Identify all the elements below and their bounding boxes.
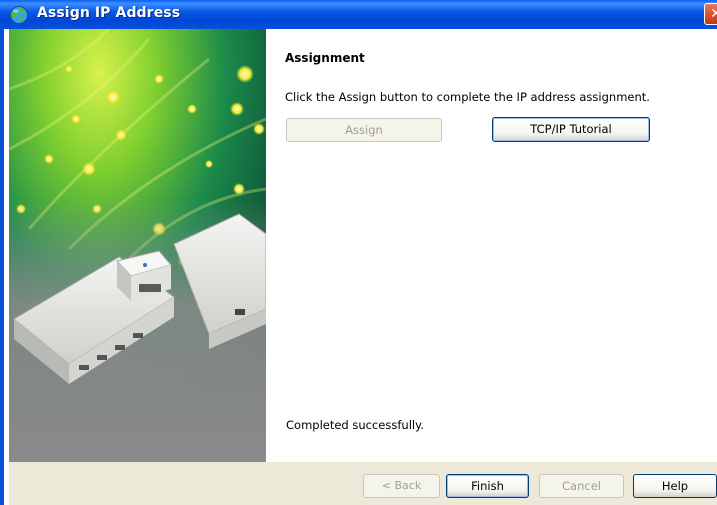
tcpip-tutorial-button[interactable]: TCP/IP Tutorial <box>492 117 650 142</box>
title-bar[interactable]: Assign IP Address ✕ <box>0 0 717 29</box>
globe-network-icon <box>10 6 28 24</box>
back-button[interactable]: < Back <box>363 474 440 498</box>
assign-ip-window: Assign IP Address ✕ Assignment Click the… <box>0 0 717 505</box>
status-text: Completed successfully. <box>286 418 424 432</box>
close-button[interactable]: ✕ <box>704 3 717 25</box>
page-heading: Assignment <box>285 51 365 65</box>
window-title: Assign IP Address <box>37 5 181 21</box>
network-device-servers-illustration <box>9 29 266 462</box>
assign-button[interactable]: Assign <box>286 118 442 142</box>
help-button[interactable]: Help <box>633 474 717 498</box>
side-illustration <box>9 29 266 462</box>
instruction-text: Click the Assign button to complete the … <box>285 90 650 104</box>
cancel-button[interactable]: Cancel <box>539 474 624 498</box>
close-icon: ✕ <box>710 6 717 22</box>
finish-button[interactable]: Finish <box>446 474 529 498</box>
